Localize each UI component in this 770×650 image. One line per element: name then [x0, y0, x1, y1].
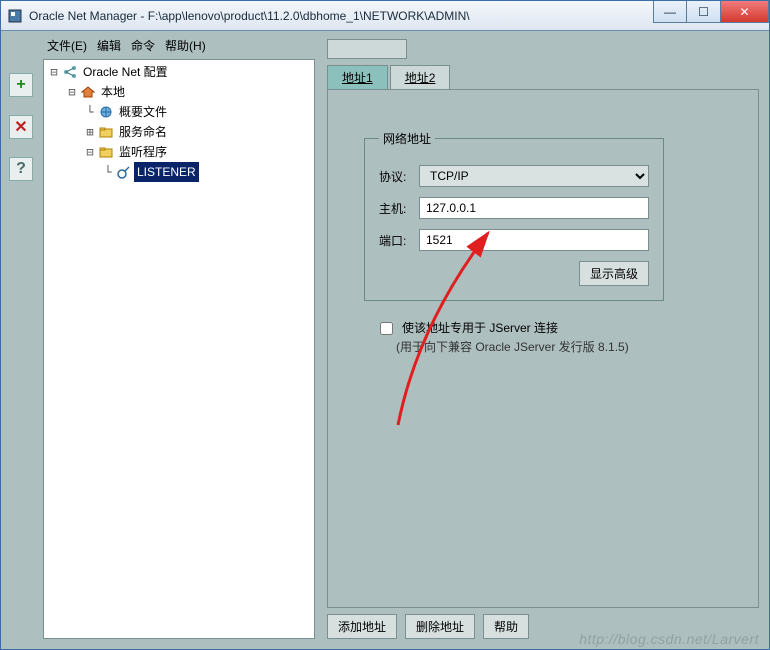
delete-tool-button[interactable]: ✕ — [9, 115, 33, 139]
expand-toggle[interactable]: ⊟ — [84, 142, 96, 162]
tab-body: 网络地址 协议: TCP/IP 主机: 端口: — [327, 89, 759, 608]
config-tree[interactable]: ⊟ Oracle Net 配置 ⊟ 本地 — [44, 62, 314, 182]
tree-label: 本地 — [98, 82, 128, 102]
close-button[interactable]: ✕ — [721, 1, 769, 23]
client-area: + ✕ ? 文件(E) 编辑 命令 帮助(H) ⊟ O — [1, 31, 769, 649]
advanced-row: 显示高级 — [379, 261, 649, 286]
tree-label: Oracle Net 配置 — [80, 62, 171, 82]
jserver-hint: (用于向下兼容 Oracle JServer 发行版 8.1.5) — [376, 338, 738, 355]
port-input[interactable] — [419, 229, 649, 251]
add-tool-button[interactable]: + — [9, 73, 33, 97]
remove-address-button[interactable]: 删除地址 — [405, 614, 475, 639]
menu-bar: 文件(E) 编辑 命令 帮助(H) — [39, 33, 319, 57]
tab-address1[interactable]: 地址1 — [327, 65, 388, 89]
protocol-label: 协议: — [379, 168, 419, 185]
help-button[interactable]: 帮助 — [483, 614, 529, 639]
port-label: 端口: — [379, 232, 419, 249]
host-label: 主机: — [379, 200, 419, 217]
window-buttons: — ☐ ✕ — [653, 1, 769, 30]
jserver-checkbox-label[interactable]: 使该地址专用于 JServer 连接 — [376, 319, 738, 338]
menu-help[interactable]: 帮助(H) — [165, 37, 206, 54]
expand-toggle[interactable]: ⊞ — [84, 122, 96, 142]
add-address-button[interactable]: 添加地址 — [327, 614, 397, 639]
port-row: 端口: — [379, 229, 649, 251]
app-window: Oracle Net Manager - F:\app\lenovo\produ… — [0, 0, 770, 650]
help-tool-button[interactable]: ? — [9, 157, 33, 181]
house-icon — [80, 84, 96, 100]
app-icon — [7, 8, 23, 24]
minimize-button[interactable]: — — [653, 1, 687, 23]
address-tabs: 地址1 地址2 — [327, 65, 759, 89]
expand-toggle[interactable]: ⊟ — [66, 82, 78, 102]
expand-toggle[interactable]: ⊟ — [48, 62, 60, 82]
leaf-marker: └ — [84, 102, 96, 122]
jserver-block: 使该地址专用于 JServer 连接 (用于向下兼容 Oracle JServe… — [362, 319, 738, 355]
tree-label-selected: LISTENER — [134, 162, 199, 182]
network-icon — [62, 64, 78, 80]
listener-icon — [116, 164, 132, 180]
network-address-group: 网络地址 协议: TCP/IP 主机: 端口: — [364, 130, 664, 301]
menu-edit[interactable]: 编辑 — [97, 37, 121, 54]
title-bar[interactable]: Oracle Net Manager - F:\app\lenovo\produ… — [1, 1, 769, 31]
menu-command[interactable]: 命令 — [131, 37, 155, 54]
host-row: 主机: — [379, 197, 649, 219]
host-input[interactable] — [419, 197, 649, 219]
protocol-select[interactable]: TCP/IP — [419, 165, 649, 187]
window-title: Oracle Net Manager - F:\app\lenovo\produ… — [29, 9, 653, 23]
tree-node-profile[interactable]: └ 概要文件 — [84, 102, 314, 122]
jserver-text: 使该地址专用于 JServer 连接 — [402, 319, 558, 336]
tree-container: ⊟ Oracle Net 配置 ⊟ 本地 — [43, 59, 315, 639]
tree-label: 服务命名 — [116, 122, 170, 142]
leaf-marker: └ — [102, 162, 114, 182]
right-panel: 地址1 地址2 网络地址 协议: TCP/IP 主机: — [319, 33, 767, 647]
tree-node-listener[interactable]: └ LISTENER — [102, 162, 314, 182]
tree-label: 概要文件 — [116, 102, 170, 122]
protocol-row: 协议: TCP/IP — [379, 165, 649, 187]
tab-address2[interactable]: 地址2 — [390, 65, 451, 89]
tree-label: 监听程序 — [116, 142, 170, 162]
tree-node-listeners[interactable]: ⊟ 监听程序 — [84, 142, 314, 162]
jserver-checkbox[interactable] — [380, 322, 393, 335]
watermark: http://blog.csdn.net/Larvert — [579, 631, 759, 647]
tree-node-local[interactable]: ⊟ 本地 — [66, 82, 314, 102]
folder-icon — [98, 124, 114, 140]
tree-node-naming[interactable]: ⊞ 服务命名 — [84, 122, 314, 142]
menu-file[interactable]: 文件(E) — [47, 37, 87, 54]
show-advanced-button[interactable]: 显示高级 — [579, 261, 649, 286]
maximize-button[interactable]: ☐ — [687, 1, 721, 23]
tree-node-root[interactable]: ⊟ Oracle Net 配置 — [48, 62, 314, 82]
left-panel: 文件(E) 编辑 命令 帮助(H) ⊟ Oracle Net 配置 — [39, 33, 319, 647]
globe-icon — [98, 104, 114, 120]
group-legend: 网络地址 — [379, 130, 435, 147]
tool-column: + ✕ ? — [3, 33, 39, 647]
folder-icon — [98, 144, 114, 160]
dropdown-stub[interactable] — [327, 39, 407, 59]
